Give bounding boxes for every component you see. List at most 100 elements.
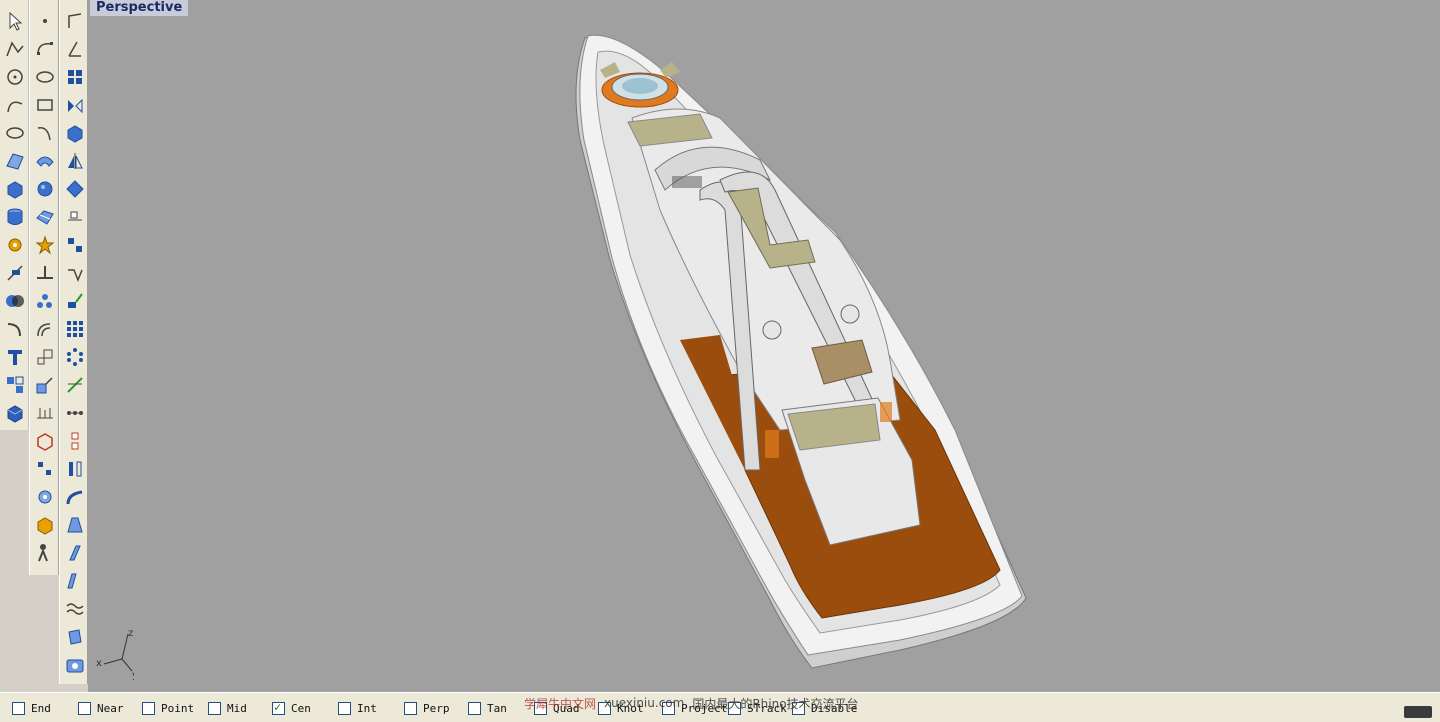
ellipse-tool-button[interactable] bbox=[32, 64, 57, 89]
circular-array-icon bbox=[66, 347, 83, 366]
capture-icon bbox=[66, 659, 83, 672]
status-indicator bbox=[1404, 706, 1432, 718]
twist-tool-button[interactable] bbox=[62, 540, 87, 565]
watermark-brand: 学犀牛中文网 bbox=[524, 696, 597, 711]
toolbar-column-1 bbox=[0, 0, 29, 430]
contour-tool-button[interactable] bbox=[62, 624, 87, 649]
sweep-tool-button[interactable] bbox=[32, 148, 57, 173]
wave-tool-button[interactable] bbox=[62, 596, 87, 621]
taper-tool-button[interactable] bbox=[62, 512, 87, 537]
cylinder-tool-button[interactable] bbox=[2, 204, 27, 229]
move-tool-button[interactable] bbox=[32, 372, 57, 397]
osnap-tan-label: Tan bbox=[487, 701, 507, 715]
osnap-point[interactable]: Point bbox=[142, 701, 194, 715]
symmetry-tool-button[interactable] bbox=[62, 148, 87, 173]
osnap-point-checkbox[interactable] bbox=[142, 701, 155, 715]
arc-icon bbox=[37, 126, 51, 140]
diamond-tool-button[interactable] bbox=[62, 176, 87, 201]
grid-icon bbox=[67, 69, 82, 84]
patch-tool-button[interactable] bbox=[32, 204, 57, 229]
circular-array-tool-button[interactable] bbox=[62, 344, 87, 369]
settings-tool-button[interactable] bbox=[32, 484, 57, 509]
split-tool-button[interactable] bbox=[32, 260, 57, 285]
osnap-int-checkbox[interactable] bbox=[338, 701, 351, 715]
ellipse-tool-button[interactable] bbox=[2, 120, 27, 145]
bounding-box-tool-button[interactable] bbox=[32, 428, 57, 453]
edit-tool-button[interactable] bbox=[62, 260, 87, 285]
sphere-icon bbox=[37, 181, 52, 196]
rectangle-tool-button[interactable] bbox=[32, 92, 57, 117]
fillet-tool-button[interactable] bbox=[2, 316, 27, 341]
curve-pt-tool-button[interactable] bbox=[32, 36, 57, 61]
yacht-model bbox=[575, 34, 1027, 669]
array-grid-tool-button[interactable] bbox=[62, 316, 87, 341]
fillet-icon bbox=[7, 322, 21, 336]
gear-tool-button[interactable] bbox=[2, 232, 27, 257]
connect-tool-button[interactable] bbox=[62, 428, 87, 453]
taper-icon bbox=[66, 517, 83, 532]
ellipse-icon bbox=[35, 70, 54, 83]
select-arrow-tool-button[interactable] bbox=[2, 8, 27, 33]
flow-tool-button[interactable] bbox=[62, 400, 87, 425]
network-tool-button[interactable] bbox=[62, 288, 87, 313]
osnap-tan[interactable]: Tan bbox=[468, 701, 507, 715]
osnap-perp[interactable]: Perp bbox=[404, 701, 450, 715]
osnap-mid[interactable]: Mid bbox=[208, 701, 247, 715]
osnap-near-checkbox[interactable] bbox=[78, 701, 91, 715]
offset-tool-button[interactable] bbox=[32, 316, 57, 341]
point-tool-button[interactable] bbox=[32, 8, 57, 33]
axis-y-label: y bbox=[132, 670, 134, 681]
snap-tool-button[interactable] bbox=[62, 204, 87, 229]
osnap-tan-checkbox[interactable] bbox=[468, 701, 481, 715]
osnap-near[interactable]: Near bbox=[78, 701, 124, 715]
boolean-tool-button[interactable] bbox=[2, 288, 27, 313]
circle-tool-button[interactable] bbox=[2, 64, 27, 89]
group-tool-button[interactable] bbox=[2, 372, 27, 397]
extrude-tool-button[interactable] bbox=[62, 120, 87, 145]
bend-tool-button[interactable] bbox=[62, 568, 87, 593]
capture-tool-button[interactable] bbox=[62, 652, 87, 677]
box-icon bbox=[7, 180, 22, 199]
dual-line-tool-button[interactable] bbox=[62, 456, 87, 481]
mirror-tool-button[interactable] bbox=[62, 92, 87, 117]
rotate-tool-button[interactable] bbox=[62, 232, 87, 257]
osnap-end-checkbox[interactable] bbox=[12, 701, 25, 715]
osnap-int[interactable]: Int bbox=[338, 701, 377, 715]
array-tool-button[interactable] bbox=[32, 456, 57, 481]
connect-icon bbox=[71, 432, 78, 449]
arc-tool-button[interactable] bbox=[32, 120, 57, 145]
points-tool-button[interactable] bbox=[32, 288, 57, 313]
person-tool-button[interactable] bbox=[32, 540, 57, 565]
split-icon bbox=[36, 265, 53, 279]
ellipse-icon bbox=[5, 126, 24, 139]
flow-icon bbox=[66, 410, 83, 415]
sphere-tool-button[interactable] bbox=[32, 176, 57, 201]
polyline-tool-button[interactable] bbox=[2, 36, 27, 61]
move-icon bbox=[36, 376, 53, 393]
curve-tool-button[interactable] bbox=[2, 92, 27, 117]
angle-tool-button[interactable] bbox=[62, 36, 87, 61]
scale-tool-button[interactable] bbox=[32, 344, 57, 369]
box-tool-button[interactable] bbox=[2, 176, 27, 201]
snap-icon bbox=[67, 211, 82, 220]
solid-box-tool-button[interactable] bbox=[2, 400, 27, 425]
trim-tool-button[interactable] bbox=[2, 260, 27, 285]
grid-tool-button[interactable] bbox=[62, 64, 87, 89]
planar-tool-button[interactable] bbox=[62, 372, 87, 397]
dimension-tool-button[interactable] bbox=[32, 400, 57, 425]
osnap-perp-checkbox[interactable] bbox=[404, 701, 417, 715]
patch-icon bbox=[35, 209, 54, 225]
curve-pt-icon bbox=[36, 41, 53, 55]
osnap-end[interactable]: End bbox=[12, 701, 51, 715]
osnap-mid-checkbox[interactable] bbox=[208, 701, 221, 715]
explode-tool-button[interactable] bbox=[32, 232, 57, 257]
osnap-cen-checkbox[interactable] bbox=[272, 700, 285, 715]
text-tool-button[interactable] bbox=[2, 344, 27, 369]
osnap-cen[interactable]: Cen bbox=[272, 700, 311, 715]
polygon-tool-button[interactable] bbox=[62, 8, 87, 33]
blend-tool-button[interactable] bbox=[62, 484, 87, 509]
toolbar-column-2 bbox=[29, 0, 59, 575]
texture-tool-button[interactable] bbox=[32, 512, 57, 537]
perspective-viewport[interactable]: Perspective z x bbox=[88, 0, 1440, 692]
surface-tool-button[interactable] bbox=[2, 148, 27, 173]
